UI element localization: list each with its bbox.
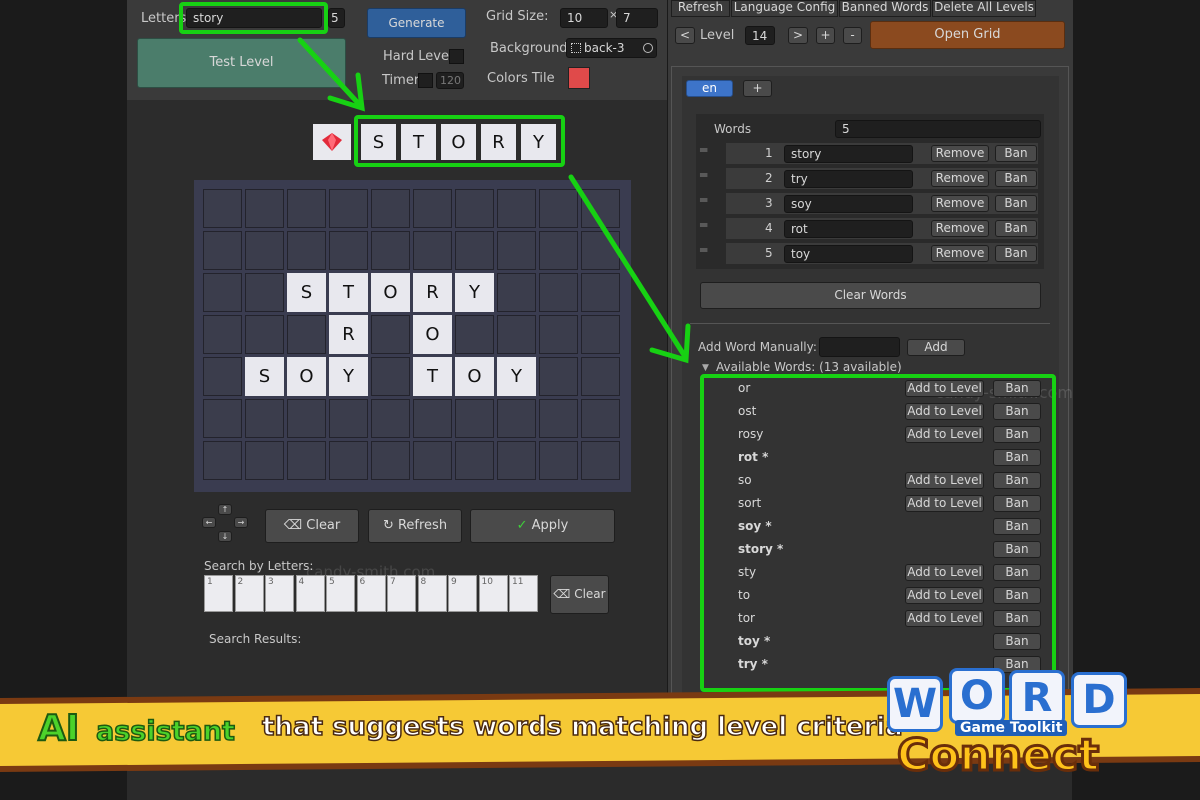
banner-ai: AI [37,707,80,750]
logo: WORD Game Toolkit Connect [885,664,1155,788]
banner-assistant: assistant [95,715,235,748]
logo-connect: Connect [895,729,1100,783]
banner-tagline: that suggests words matching level crite… [261,711,903,743]
logo-letter-tile: W [887,676,943,732]
logo-letter-tile: D [1071,672,1127,728]
logo-letter-tile: O [949,668,1005,724]
logo-letter-tile: R [1009,670,1065,726]
